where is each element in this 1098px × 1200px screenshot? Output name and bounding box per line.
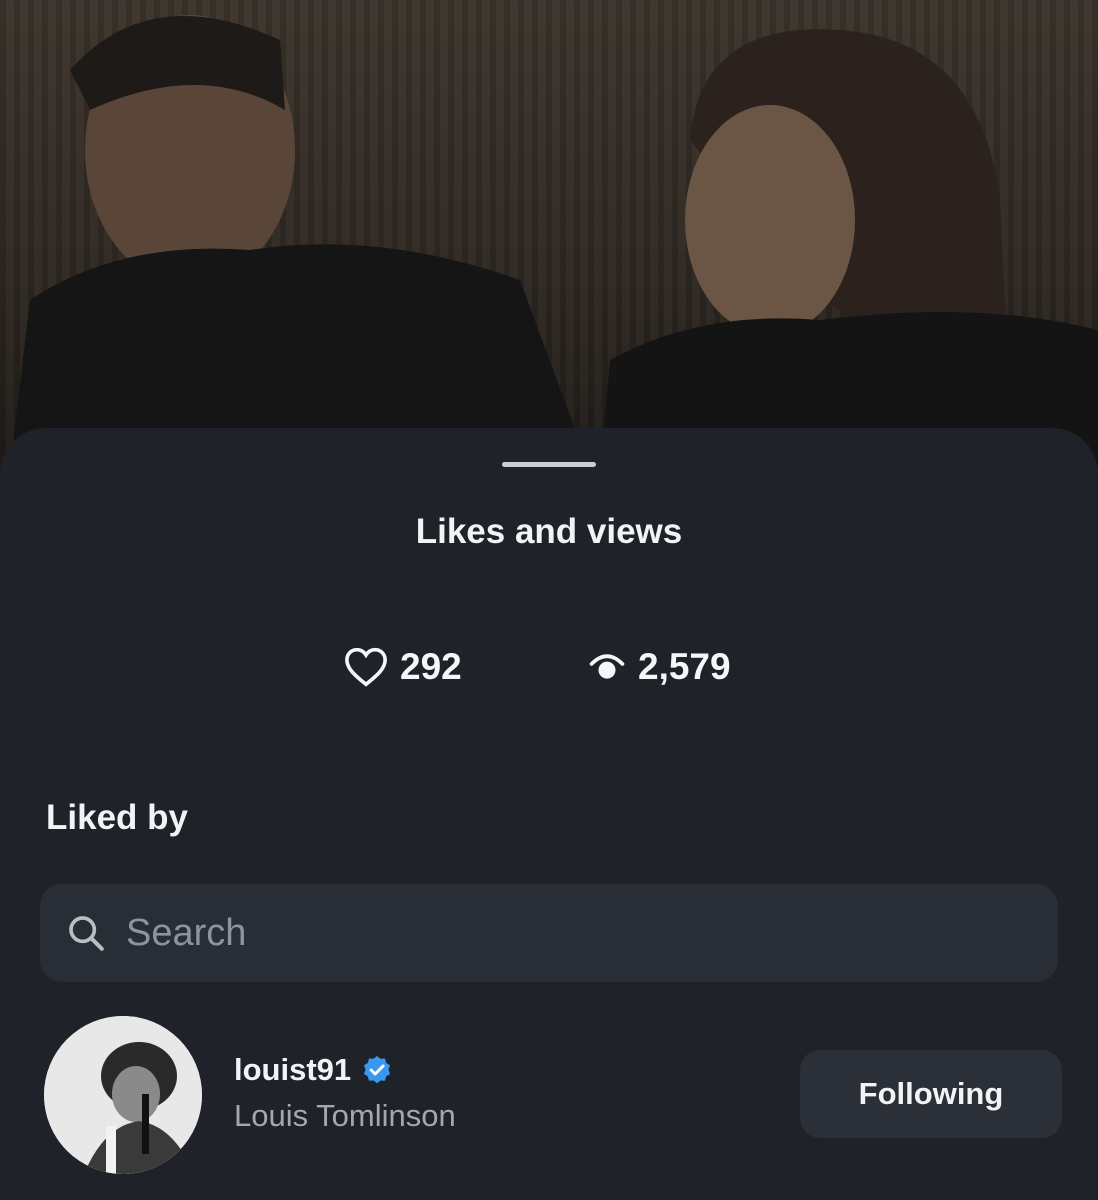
search-bar[interactable]: [40, 884, 1058, 982]
full-name: Louis Tomlinson: [234, 1098, 456, 1133]
username-line[interactable]: louist91: [234, 1052, 393, 1088]
liked-by-heading: Liked by: [46, 798, 188, 837]
avatar[interactable]: [44, 1016, 202, 1174]
username[interactable]: louist91: [234, 1052, 351, 1088]
right-person-head: [685, 105, 855, 335]
likes-count: 292: [400, 646, 462, 687]
screen: Likes and views 292 2,579 Liked by Searc…: [0, 0, 1098, 1200]
sheet-grabber-handle[interactable]: [502, 462, 596, 467]
background-photo: [0, 0, 1098, 470]
following-button[interactable]: Following: [800, 1050, 1062, 1138]
search-input[interactable]: [124, 910, 1028, 956]
sheet-title: Likes and views: [415, 512, 683, 551]
verified-badge-icon: [361, 1054, 393, 1086]
stats-row: 292 2,579: [0, 646, 1098, 696]
likes-and-views-sheet: Likes and views 292 2,579 Liked by Searc…: [0, 428, 1098, 1200]
photo-illustration: [10, 15, 1098, 470]
views-stat: 2,579: [588, 646, 731, 688]
eye-icon: [588, 650, 626, 684]
likes-stat: 292: [344, 646, 462, 688]
heart-icon: [344, 647, 388, 687]
search-icon: [66, 913, 106, 953]
views-count: 2,579: [638, 646, 731, 687]
